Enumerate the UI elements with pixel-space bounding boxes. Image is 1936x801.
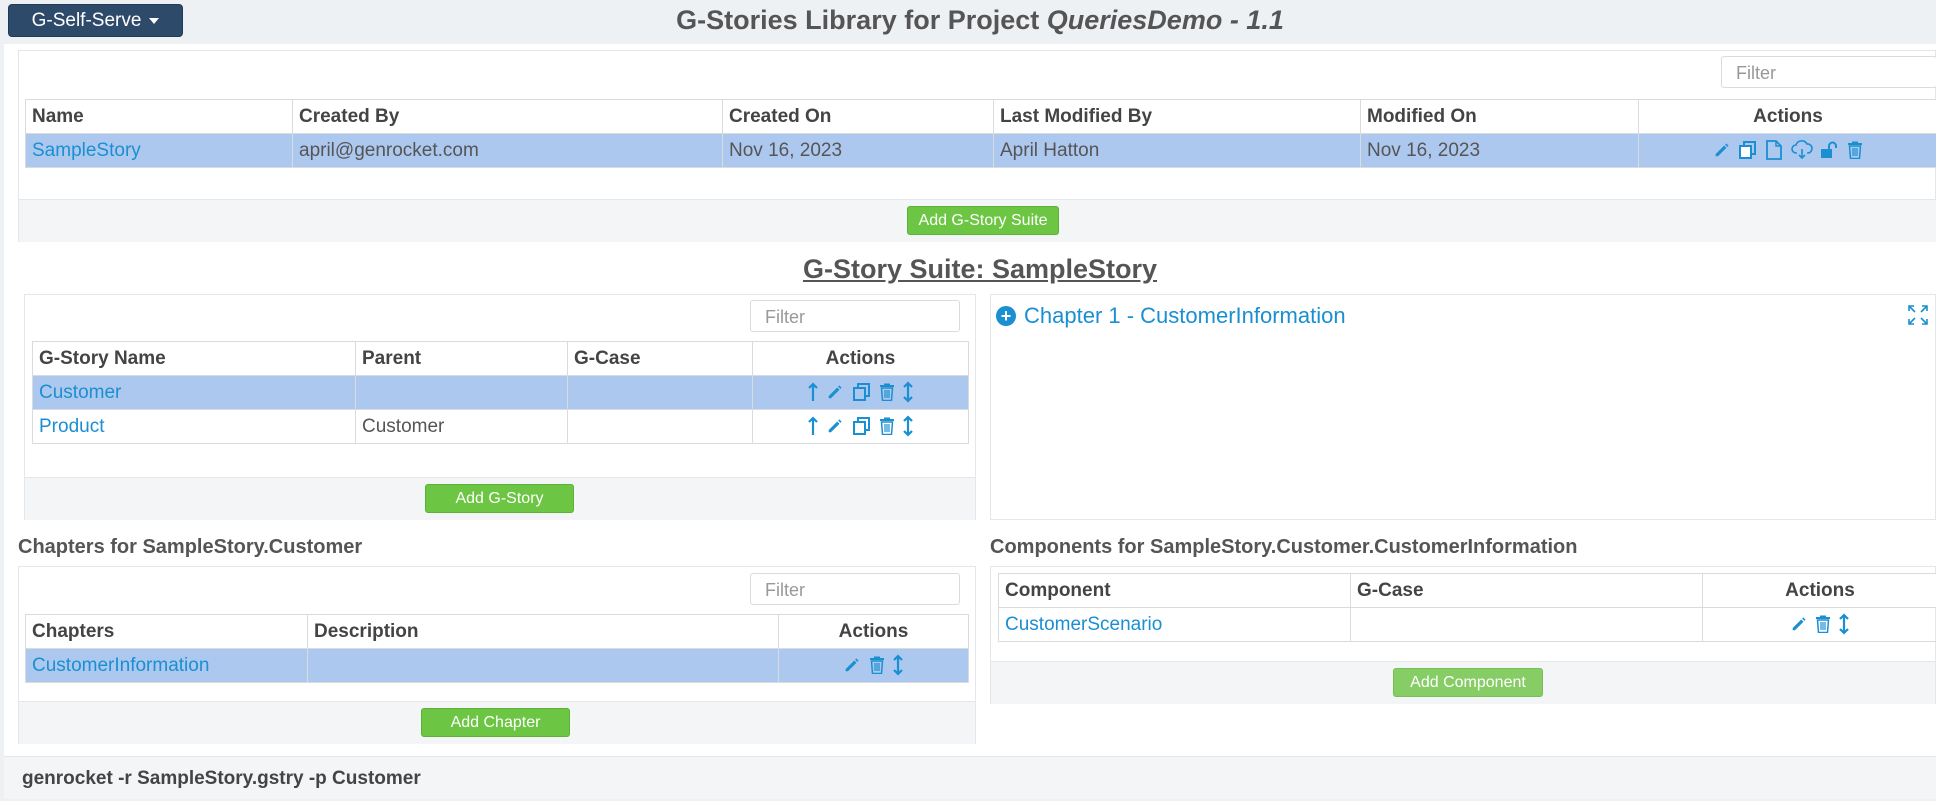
g-story-filter-input[interactable]: Filter (750, 300, 960, 332)
command-bar: genrocket -r SampleStory.gstry -p Custom… (4, 756, 1936, 799)
col-chapters[interactable]: Chapters (25, 614, 308, 649)
row-actions (1638, 133, 1936, 168)
g-self-serve-menu-button[interactable]: G-Self-Serve (8, 4, 183, 37)
components-header-row: Component G-Case Actions (998, 573, 1936, 608)
trash-icon[interactable] (879, 383, 895, 402)
chapter-heading-label: Chapter 1 - CustomerInformation (1024, 303, 1346, 328)
col-created-by[interactable]: Created By (292, 99, 723, 134)
chapter-name-link[interactable]: CustomerInformation (25, 648, 308, 683)
expand-icon[interactable] (1908, 305, 1928, 330)
pencil-icon[interactable] (1790, 615, 1808, 633)
cloud-download-icon[interactable] (1790, 140, 1813, 160)
move-vertical-icon[interactable] (1838, 613, 1850, 636)
add-g-story-button[interactable]: Add G-Story (425, 484, 574, 513)
col-g-story-name[interactable]: G-Story Name (32, 341, 356, 376)
components-section-label: Components for SampleStory.Customer.Cust… (990, 536, 1578, 558)
add-chapter-button[interactable]: Add Chapter (421, 708, 570, 737)
component-name-link[interactable]: CustomerScenario (998, 607, 1351, 642)
chapters-filter-input[interactable]: Filter (750, 573, 960, 605)
table-row[interactable]: CustomerInformation (25, 648, 969, 683)
move-vertical-icon[interactable] (902, 381, 914, 404)
add-g-story-suite-button[interactable]: Add G-Story Suite (907, 206, 1059, 235)
g-story-panel: Filter G-Story Name Parent G-Case Action… (24, 294, 976, 520)
created-by-cell: april@genrocket.com (292, 133, 723, 168)
trash-icon[interactable] (1815, 615, 1831, 634)
library-panel: Filter Name Created By Created On Last M… (18, 50, 1936, 242)
col-actions: Actions (752, 341, 969, 376)
move-vertical-icon[interactable] (892, 654, 904, 677)
col-created-on[interactable]: Created On (722, 99, 994, 134)
copy-icon[interactable] (852, 416, 872, 436)
col-name[interactable]: Name (25, 99, 293, 134)
col-g-case[interactable]: G-Case (1350, 573, 1703, 608)
page-title: G-Stories Library for Project QueriesDem… (600, 2, 1360, 38)
parent-cell (355, 375, 568, 410)
g-case-cell (1350, 607, 1703, 642)
col-g-case[interactable]: G-Case (567, 341, 753, 376)
caret-down-icon (149, 17, 160, 24)
chapters-table: Chapters Description Actions CustomerInf… (25, 614, 969, 683)
col-parent[interactable]: Parent (355, 341, 568, 376)
page-title-prefix: G-Stories Library for Project (676, 5, 1047, 35)
chapter-heading[interactable]: + Chapter 1 - CustomerInformation (996, 303, 1346, 329)
modified-on-cell: Nov 16, 2023 (1360, 133, 1639, 168)
g-case-cell (567, 375, 753, 410)
trash-icon[interactable] (869, 656, 885, 675)
document-icon[interactable] (1765, 140, 1783, 161)
arrow-up-icon[interactable] (807, 382, 819, 402)
copy-icon[interactable] (852, 382, 872, 402)
col-component[interactable]: Component (998, 573, 1351, 608)
suite-title: G-Story Suite: SampleStory (802, 254, 1158, 284)
col-modified-on[interactable]: Modified On (1360, 99, 1639, 134)
pencil-icon[interactable] (843, 656, 861, 674)
created-on-cell: Nov 16, 2023 (722, 133, 994, 168)
chapters-header-row: Chapters Description Actions (25, 614, 969, 649)
library-table: Name Created By Created On Last Modified… (25, 99, 1936, 168)
col-actions: Actions (1702, 573, 1936, 608)
g-story-name-link[interactable]: Product (32, 409, 356, 444)
row-actions (778, 648, 969, 683)
copy-icon[interactable] (1738, 140, 1758, 160)
command-text: genrocket -r SampleStory.gstry -p Custom… (22, 768, 421, 789)
g-case-cell (567, 409, 753, 444)
library-filter-input[interactable]: Filter (1721, 56, 1936, 88)
chapter-view-panel: + Chapter 1 - CustomerInformation (990, 294, 1936, 520)
description-cell (307, 648, 779, 683)
arrow-up-icon[interactable] (807, 416, 819, 436)
table-row[interactable]: CustomerScenario (998, 607, 1936, 642)
col-description[interactable]: Description (307, 614, 779, 649)
row-actions (1702, 607, 1936, 642)
trash-icon[interactable] (1847, 141, 1863, 160)
move-vertical-icon[interactable] (902, 415, 914, 438)
table-row[interactable]: SampleStory april@genrocket.com Nov 16, … (25, 133, 1936, 168)
col-actions: Actions (778, 614, 969, 649)
row-actions (752, 375, 969, 410)
g-story-header-row: G-Story Name Parent G-Case Actions (32, 341, 969, 376)
pencil-icon[interactable] (826, 417, 844, 435)
last-modified-by-cell: April Hatton (993, 133, 1361, 168)
g-story-name-link[interactable]: Customer (32, 375, 356, 410)
components-panel: Component G-Case Actions CustomerScenari… (990, 566, 1936, 704)
unlock-icon[interactable] (1820, 141, 1840, 159)
page-title-project: QueriesDemo - 1.1 (1046, 5, 1284, 35)
components-table: Component G-Case Actions CustomerScenari… (998, 573, 1936, 642)
row-actions (752, 409, 969, 444)
plus-circle-icon[interactable]: + (996, 306, 1016, 326)
table-row[interactable]: Customer (32, 375, 969, 410)
col-last-modified-by[interactable]: Last Modified By (993, 99, 1361, 134)
trash-icon[interactable] (879, 417, 895, 436)
table-row[interactable]: Product Customer (32, 409, 969, 444)
add-component-button[interactable]: Add Component (1393, 668, 1543, 697)
menu-button-label: G-Self-Serve (31, 9, 142, 31)
parent-cell: Customer (355, 409, 568, 444)
story-name-link[interactable]: SampleStory (25, 133, 293, 168)
pencil-icon[interactable] (1713, 141, 1731, 159)
library-header-row: Name Created By Created On Last Modified… (25, 99, 1936, 134)
chapters-section-label: Chapters for SampleStory.Customer (18, 536, 363, 558)
pencil-icon[interactable] (826, 383, 844, 401)
col-actions: Actions (1638, 99, 1936, 134)
chapters-panel: Filter Chapters Description Actions Cust… (18, 566, 976, 744)
g-story-table: G-Story Name Parent G-Case Actions Custo… (32, 341, 969, 444)
